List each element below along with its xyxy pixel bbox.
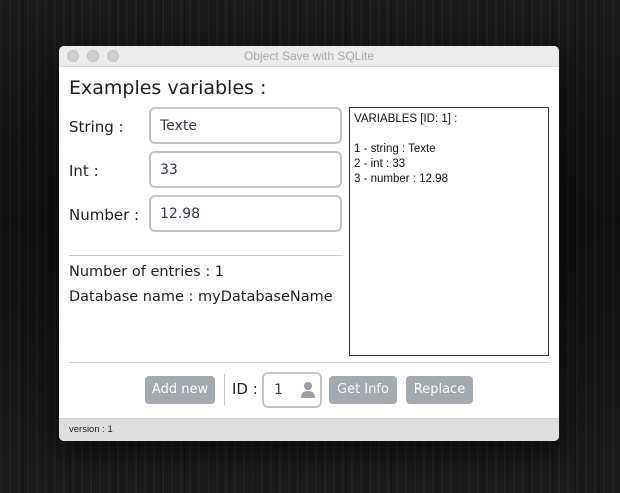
form-divider bbox=[69, 255, 343, 256]
status-bar: version : 1 bbox=[59, 418, 559, 441]
int-label: Int : bbox=[69, 162, 99, 180]
app-window: Object Save with SQLite Examples variabl… bbox=[59, 46, 559, 441]
database-name: Database name : myDatabaseName bbox=[69, 289, 333, 305]
entries-count: Number of entries : 1 bbox=[69, 264, 225, 280]
user-icon bbox=[301, 382, 315, 398]
toolbar-divider bbox=[69, 362, 549, 363]
output-line: 1 - string : Texte bbox=[354, 143, 436, 155]
replace-button[interactable]: Replace bbox=[406, 376, 473, 404]
get-info-button[interactable]: Get Info bbox=[329, 376, 397, 404]
output-header: VARIABLES [ID: 1] : bbox=[354, 113, 458, 125]
output-line: 3 - number : 12.98 bbox=[354, 173, 448, 185]
id-value: 1 bbox=[274, 382, 283, 398]
string-label: String : bbox=[69, 118, 124, 136]
output-line: 2 - int : 33 bbox=[354, 158, 406, 170]
toolbar-separator bbox=[224, 374, 225, 406]
int-input[interactable] bbox=[149, 151, 342, 188]
add-new-button[interactable]: Add new bbox=[145, 376, 215, 404]
id-input[interactable]: 1 bbox=[262, 372, 322, 408]
string-input[interactable] bbox=[149, 107, 342, 144]
window-title: Object Save with SQLite bbox=[243, 49, 375, 63]
version-label: version : 1 bbox=[69, 424, 113, 435]
id-label: ID : bbox=[232, 380, 258, 398]
number-label: Number : bbox=[69, 206, 140, 224]
variables-output: VARIABLES [ID: 1] : 1 - string : Texte 2… bbox=[349, 107, 549, 356]
form-heading: Examples variables : bbox=[69, 77, 267, 99]
title-bar[interactable]: Object Save with SQLite bbox=[59, 46, 559, 67]
number-input[interactable] bbox=[149, 195, 342, 232]
